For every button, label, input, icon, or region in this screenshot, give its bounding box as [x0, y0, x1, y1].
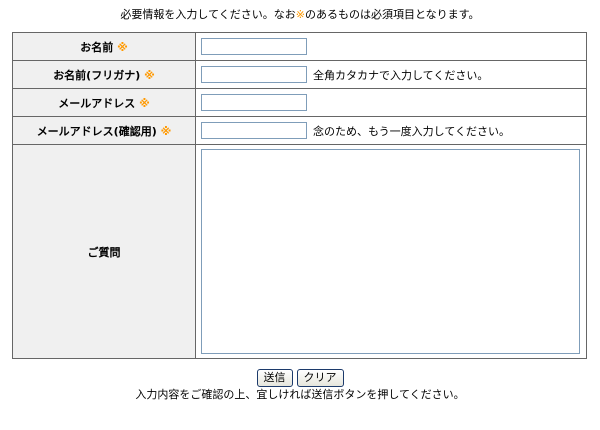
- furigana-label: お名前(フリガナ) ※: [12, 60, 196, 89]
- contact-form-table: お名前 ※ お名前(フリガナ) ※ 全角カタカナで入力してください。 メールアド…: [12, 32, 587, 359]
- furigana-label-text: お名前(フリガナ): [53, 68, 141, 82]
- furigana-input[interactable]: [201, 66, 307, 83]
- required-mark: ※: [139, 96, 150, 110]
- question-field-cell: [195, 144, 587, 359]
- name-field-cell: [195, 32, 587, 61]
- email-label-text: メールアドレス: [58, 96, 136, 110]
- email-confirm-field-cell: 念のため、もう一度入力してください。: [195, 116, 587, 145]
- form-row-name: お名前 ※: [12, 32, 587, 61]
- question-textarea[interactable]: [201, 149, 580, 354]
- furigana-field-cell: 全角カタカナで入力してください。: [195, 60, 587, 89]
- submit-button[interactable]: 送信: [256, 369, 293, 387]
- required-mark: ※: [160, 124, 172, 138]
- clear-button[interactable]: クリア: [296, 369, 344, 387]
- required-mark: ※: [144, 68, 155, 82]
- email-confirm-input[interactable]: [201, 122, 307, 139]
- contact-form-page: 必要情報を入力してください。なお※のあるものは必須項目となります。 お名前 ※ …: [0, 0, 600, 430]
- intro-text: 必要情報を入力してください。なお※のあるものは必須項目となります。: [0, 8, 600, 22]
- email-confirm-label-text: メールアドレス(確認用): [36, 124, 157, 138]
- outro-text: 入力内容をご確認の上、宜しければ送信ボタンを押してください。: [135, 388, 465, 401]
- intro-text-after: のあるものは必須項目となります。: [304, 8, 480, 21]
- form-row-question: ご質問: [12, 144, 587, 359]
- form-row-email: メールアドレス ※: [12, 88, 587, 117]
- form-buttons: 送信 クリア: [0, 369, 600, 387]
- name-label-text: お名前: [80, 40, 114, 54]
- intro-text-before: 必要情報を入力してください。なお: [120, 8, 296, 21]
- furigana-note: 全角カタカナで入力してください。: [313, 68, 489, 82]
- name-input[interactable]: [201, 38, 307, 55]
- email-confirm-note: 念のため、もう一度入力してください。: [313, 124, 511, 138]
- form-row-email-confirm: メールアドレス(確認用) ※ 念のため、もう一度入力してください。: [12, 116, 587, 145]
- email-confirm-label: メールアドレス(確認用) ※: [12, 116, 196, 145]
- question-label: ご質問: [12, 144, 196, 359]
- required-mark: ※: [295, 8, 305, 21]
- email-input[interactable]: [201, 94, 307, 111]
- form-row-furigana: お名前(フリガナ) ※ 全角カタカナで入力してください。: [12, 60, 587, 89]
- email-label: メールアドレス ※: [12, 88, 196, 117]
- email-field-cell: [195, 88, 587, 117]
- name-label: お名前 ※: [12, 32, 196, 61]
- required-mark: ※: [117, 40, 128, 54]
